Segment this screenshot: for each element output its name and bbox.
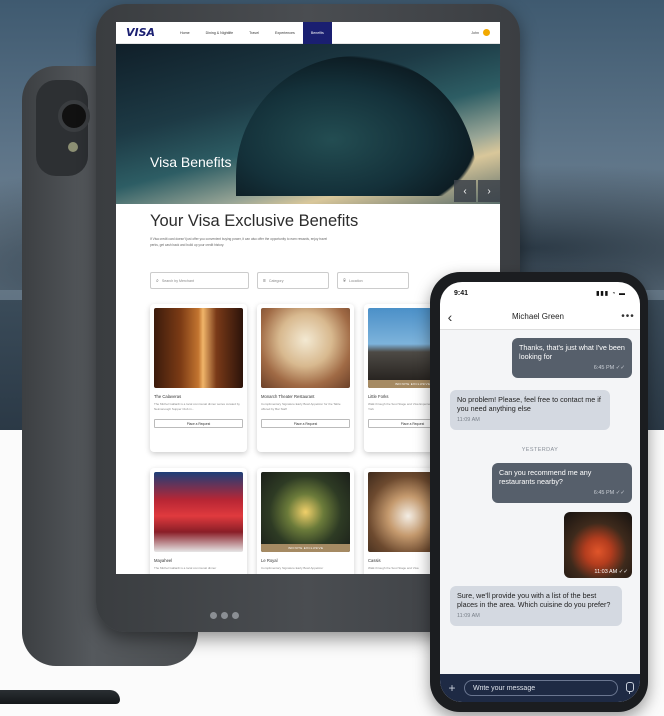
restaurant-image bbox=[154, 308, 243, 388]
location-select[interactable]: ⌾ Location bbox=[337, 272, 409, 289]
message-time: 6:45 PM ✓✓ bbox=[593, 490, 625, 496]
benefit-card[interactable]: Mayaheel The Michel Gallardi is a local … bbox=[150, 468, 247, 574]
message-time: 11:03 AM ✓✓ bbox=[594, 569, 628, 575]
user-name: John bbox=[471, 30, 479, 35]
restaurant-image bbox=[261, 308, 350, 388]
visa-logo[interactable]: VISA bbox=[116, 26, 156, 39]
incoming-message: Sure, we'll provide you with a list of t… bbox=[450, 586, 622, 626]
hero-title: Visa Benefits bbox=[150, 154, 232, 170]
outgoing-message: Can you recommend me any restaurants nea… bbox=[492, 463, 632, 503]
marketing-scene: VISA Home Dining & Nightlife Travel Expe… bbox=[0, 0, 664, 716]
nav-dining[interactable]: Dining & Nightlife bbox=[198, 22, 242, 44]
prev-slide-button[interactable]: ‹ bbox=[454, 180, 476, 202]
contact-name: Michael Green bbox=[511, 312, 565, 321]
intro-text: If Visa credit card doesn't just offer y… bbox=[150, 237, 328, 247]
location-pin-icon: ⌾ bbox=[343, 277, 347, 284]
microphone-icon[interactable] bbox=[624, 682, 634, 694]
phone-screen: 9:41 ▮▮▮ ◔ ▬ ‹ Michael Green ••• Thanks,… bbox=[440, 282, 640, 702]
nav-benefits[interactable]: Benefits bbox=[302, 22, 332, 44]
place-request-button[interactable]: Place a Request bbox=[154, 419, 243, 428]
benefit-card[interactable]: Monarch Theater Restaurant Complimentary… bbox=[257, 304, 354, 452]
benefit-card[interactable]: INFINITE EXCLUSIVE Le Royal Complimentar… bbox=[257, 468, 354, 574]
nav-home[interactable]: Home bbox=[172, 22, 198, 44]
next-slide-button[interactable]: › bbox=[478, 180, 500, 202]
date-separator: YESTERDAY bbox=[521, 447, 559, 453]
category-select[interactable]: ≡ Category bbox=[257, 272, 329, 289]
card-description: Complimentary Signature Early Bowl Appet… bbox=[261, 402, 341, 411]
photo-message[interactable]: 11:03 AM ✓✓ bbox=[564, 512, 632, 578]
top-nav: VISA Home Dining & Nightlife Travel Expe… bbox=[116, 22, 500, 44]
camera-bump bbox=[36, 80, 90, 176]
nav-links: Home Dining & Nightlife Travel Experienc… bbox=[172, 22, 332, 44]
hero-banner: Visa Benefits ‹ › bbox=[116, 44, 500, 204]
card-title: Le Royal bbox=[261, 558, 278, 563]
wave-image bbox=[236, 56, 476, 196]
signal-battery-icon: ▮▮▮ ◔ ▬ bbox=[596, 290, 626, 297]
place-request-button[interactable]: Place a Request bbox=[261, 419, 350, 428]
infinite-exclusive-badge: INFINITE EXCLUSIVE bbox=[261, 544, 350, 552]
merchant-search-input[interactable]: ⌕ Search by Merchant bbox=[150, 272, 249, 289]
card-description: The Michel Gallardi is a local communal … bbox=[154, 402, 240, 411]
back-arrow-icon[interactable]: ‹ bbox=[440, 309, 460, 325]
add-attachment-icon[interactable]: + bbox=[446, 681, 458, 695]
food-image: INFINITE EXCLUSIVE bbox=[261, 472, 350, 552]
location-label: Location bbox=[349, 278, 363, 283]
message-composer: + bbox=[440, 674, 640, 702]
message-time: 11:09 AM bbox=[457, 417, 480, 423]
device-edge bbox=[0, 690, 120, 704]
clock: 9:41 bbox=[454, 289, 469, 297]
message-input[interactable] bbox=[464, 680, 618, 696]
user-menu[interactable]: John bbox=[471, 29, 500, 36]
filter-icon: ≡ bbox=[263, 277, 266, 284]
section-title: Your Visa Exclusive Benefits bbox=[150, 212, 359, 230]
nav-travel[interactable]: Travel bbox=[241, 22, 267, 44]
message-time: 6:45 PM ✓✓ bbox=[593, 365, 625, 371]
message-text: Thanks, that's just what I've been looki… bbox=[519, 343, 625, 361]
message-text: Can you recommend me any restaurants nea… bbox=[499, 468, 592, 486]
camera-lens-icon bbox=[58, 100, 90, 132]
outgoing-message: Thanks, that's just what I've been looki… bbox=[512, 338, 632, 378]
card-title: The Calaveras bbox=[154, 394, 182, 399]
nav-experiences[interactable]: Experiences bbox=[267, 22, 303, 44]
message-time: 11:09 AM bbox=[457, 613, 480, 619]
more-options-icon[interactable]: ••• bbox=[616, 311, 640, 322]
flash-icon bbox=[68, 142, 78, 152]
benefit-card[interactable]: The Calaveras The Michel Gallardi is a l… bbox=[150, 304, 247, 452]
card-description: Complimentary Signature Early Bowl Appet… bbox=[261, 566, 324, 570]
hero-carousel-controls: ‹ › bbox=[454, 180, 500, 202]
message-text: Sure, we'll provide you with a list of t… bbox=[457, 591, 611, 609]
message-text: No problem! Please, feel free to contact… bbox=[457, 395, 601, 413]
filter-bar: ⌕ Search by Merchant ≡ Category ⌾ Locati… bbox=[150, 272, 409, 289]
card-title: Monarch Theater Restaurant bbox=[261, 394, 315, 399]
tablet-speaker-dots bbox=[210, 612, 239, 619]
restaurant-image bbox=[154, 472, 243, 552]
category-label: Category bbox=[268, 278, 284, 283]
status-bar: 9:41 ▮▮▮ ◔ ▬ bbox=[440, 282, 640, 304]
search-placeholder: Search by Merchant bbox=[161, 278, 194, 283]
card-description: The Michel Gallardi is a local communal … bbox=[154, 566, 217, 570]
incoming-message: No problem! Please, feel free to contact… bbox=[450, 390, 610, 430]
chat-thread[interactable]: Thanks, that's just what I've been looki… bbox=[440, 330, 640, 674]
search-icon: ⌕ bbox=[156, 277, 159, 284]
card-title: Mayaheel bbox=[154, 558, 173, 563]
avatar bbox=[483, 29, 490, 36]
chat-header: ‹ Michael Green ••• bbox=[440, 304, 640, 330]
